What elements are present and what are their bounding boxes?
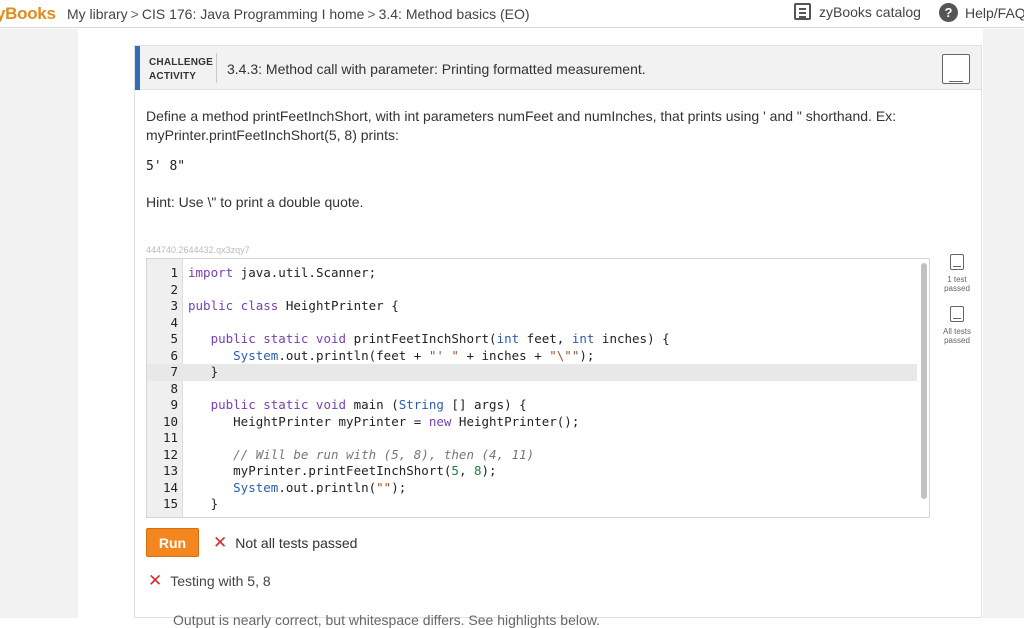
- completion-checkbox-icon: [942, 54, 970, 84]
- line-number: 9: [170, 397, 178, 412]
- x-icon: ✕: [213, 533, 228, 552]
- code-line[interactable]: 8: [147, 381, 917, 398]
- activity-description: Define a method printFeetInchShort, with…: [146, 108, 897, 143]
- breadcrumb: My library > CIS 176: Java Programming I h…: [67, 6, 530, 22]
- challenge-activity-card: CHALLENGE ACTIVITY 3.4.3: Method call wi…: [134, 45, 982, 628]
- breadcrumb-section[interactable]: 3.4: Method basics (EO): [379, 6, 530, 22]
- activity-hint: Hint: Use \" to print a double quote.: [146, 194, 364, 210]
- line-number: 2: [170, 281, 178, 297]
- activity-tag-line1: CHALLENGE: [149, 57, 214, 68]
- code-lines[interactable]: 1 import java.util.Scanner; 2 3 public cla…: [147, 265, 917, 513]
- activity-serial: 444740.2644432.qx3zqy7: [146, 245, 250, 255]
- first-test-label: 1 test passed: [944, 275, 970, 293]
- code-line[interactable]: 3 public class HeightPrinter {: [147, 298, 917, 315]
- code-editor[interactable]: 1 import java.util.Scanner; 2 3 public cla…: [146, 258, 930, 518]
- activity-header: CHALLENGE ACTIVITY 3.4.3: Method call wi…: [135, 46, 981, 90]
- code-line[interactable]: 12 // Will be run with (5, 8), then (4, …: [147, 447, 917, 464]
- book-icon: [794, 3, 811, 20]
- right-margin: [983, 29, 1024, 618]
- activity-accent-bar: [135, 46, 140, 90]
- code-line-active[interactable]: 7 }: [147, 364, 917, 381]
- code-line[interactable]: 14 System.out.println("");: [147, 480, 917, 497]
- help-link[interactable]: ? Help/FAQ: [939, 3, 1024, 22]
- test-feedback-text: Output is nearly correct, but whitespace…: [173, 612, 600, 628]
- line-number: 13: [162, 463, 178, 478]
- line-number: 8: [170, 380, 178, 396]
- activity-type-tag: CHALLENGE ACTIVITY: [149, 56, 213, 84]
- code-line[interactable]: 2: [147, 282, 917, 299]
- breadcrumb-separator: >: [130, 6, 139, 22]
- run-status-text: Not all tests passed: [235, 535, 358, 551]
- line-number: 5: [170, 331, 178, 346]
- test-indicators: 1 test passed All tests passed: [942, 254, 972, 358]
- catalog-label: zyBooks catalog: [819, 3, 921, 20]
- line-number: 6: [170, 347, 178, 363]
- run-status: ✕ Not all tests passed: [213, 533, 358, 552]
- left-margin: [0, 29, 78, 618]
- breadcrumb-separator: >: [367, 6, 376, 22]
- example-output: 5' 8": [146, 159, 186, 174]
- line-number: 7: [170, 364, 178, 379]
- help-icon: ?: [939, 3, 958, 22]
- test-checkbox-icon: [950, 254, 964, 270]
- x-icon: ✕: [148, 571, 163, 590]
- code-line[interactable]: 13 myPrinter.printFeetInchShort(5, 8);: [147, 463, 917, 480]
- header-divider: [216, 53, 217, 83]
- line-number: 1: [170, 265, 178, 280]
- help-label: Help/FAQ: [965, 4, 1024, 21]
- code-line[interactable]: 4: [147, 315, 917, 332]
- test-case-header[interactable]: ✕ Testing with 5, 8: [148, 571, 271, 590]
- activity-tag-line2: ACTIVITY: [149, 71, 197, 82]
- breadcrumb-my-library[interactable]: My library: [67, 6, 128, 22]
- line-number: 15: [162, 496, 178, 511]
- code-line[interactable]: 11: [147, 430, 917, 447]
- code-line[interactable]: 6 System.out.println(feet + "' " + inche…: [147, 348, 917, 365]
- line-number: 4: [170, 314, 178, 330]
- line-number: 3: [170, 298, 178, 313]
- line-number: 10: [162, 413, 178, 429]
- catalog-link[interactable]: zyBooks catalog: [794, 3, 921, 20]
- code-line[interactable]: 10 HeightPrinter myPrinter = new HeightP…: [147, 414, 917, 431]
- activity-title: 3.4.3: Method call with parameter: Print…: [227, 61, 646, 77]
- code-line[interactable]: 9 public static void main (String [] arg…: [147, 397, 917, 414]
- editor-scrollbar[interactable]: [921, 263, 927, 499]
- all-tests-label: All tests passed: [942, 327, 971, 345]
- line-number: 12: [162, 446, 178, 462]
- run-button[interactable]: Run: [146, 528, 199, 557]
- code-line[interactable]: 1 import java.util.Scanner;: [147, 265, 917, 282]
- code-line[interactable]: 15 }: [147, 496, 917, 513]
- brand-logo[interactable]: yBooks: [0, 4, 56, 24]
- breadcrumb-course-home[interactable]: CIS 176: Java Programming I home: [142, 6, 365, 22]
- test-checkbox-icon: [950, 306, 964, 322]
- line-number: 14: [162, 479, 178, 495]
- code-line[interactable]: 5 public static void printFeetInchShort(…: [147, 331, 917, 348]
- top-bar: yBooks My library > CIS 176: Java Programm…: [0, 0, 1024, 28]
- test-case-label: Testing with 5, 8: [170, 573, 271, 589]
- line-number: 11: [162, 430, 178, 445]
